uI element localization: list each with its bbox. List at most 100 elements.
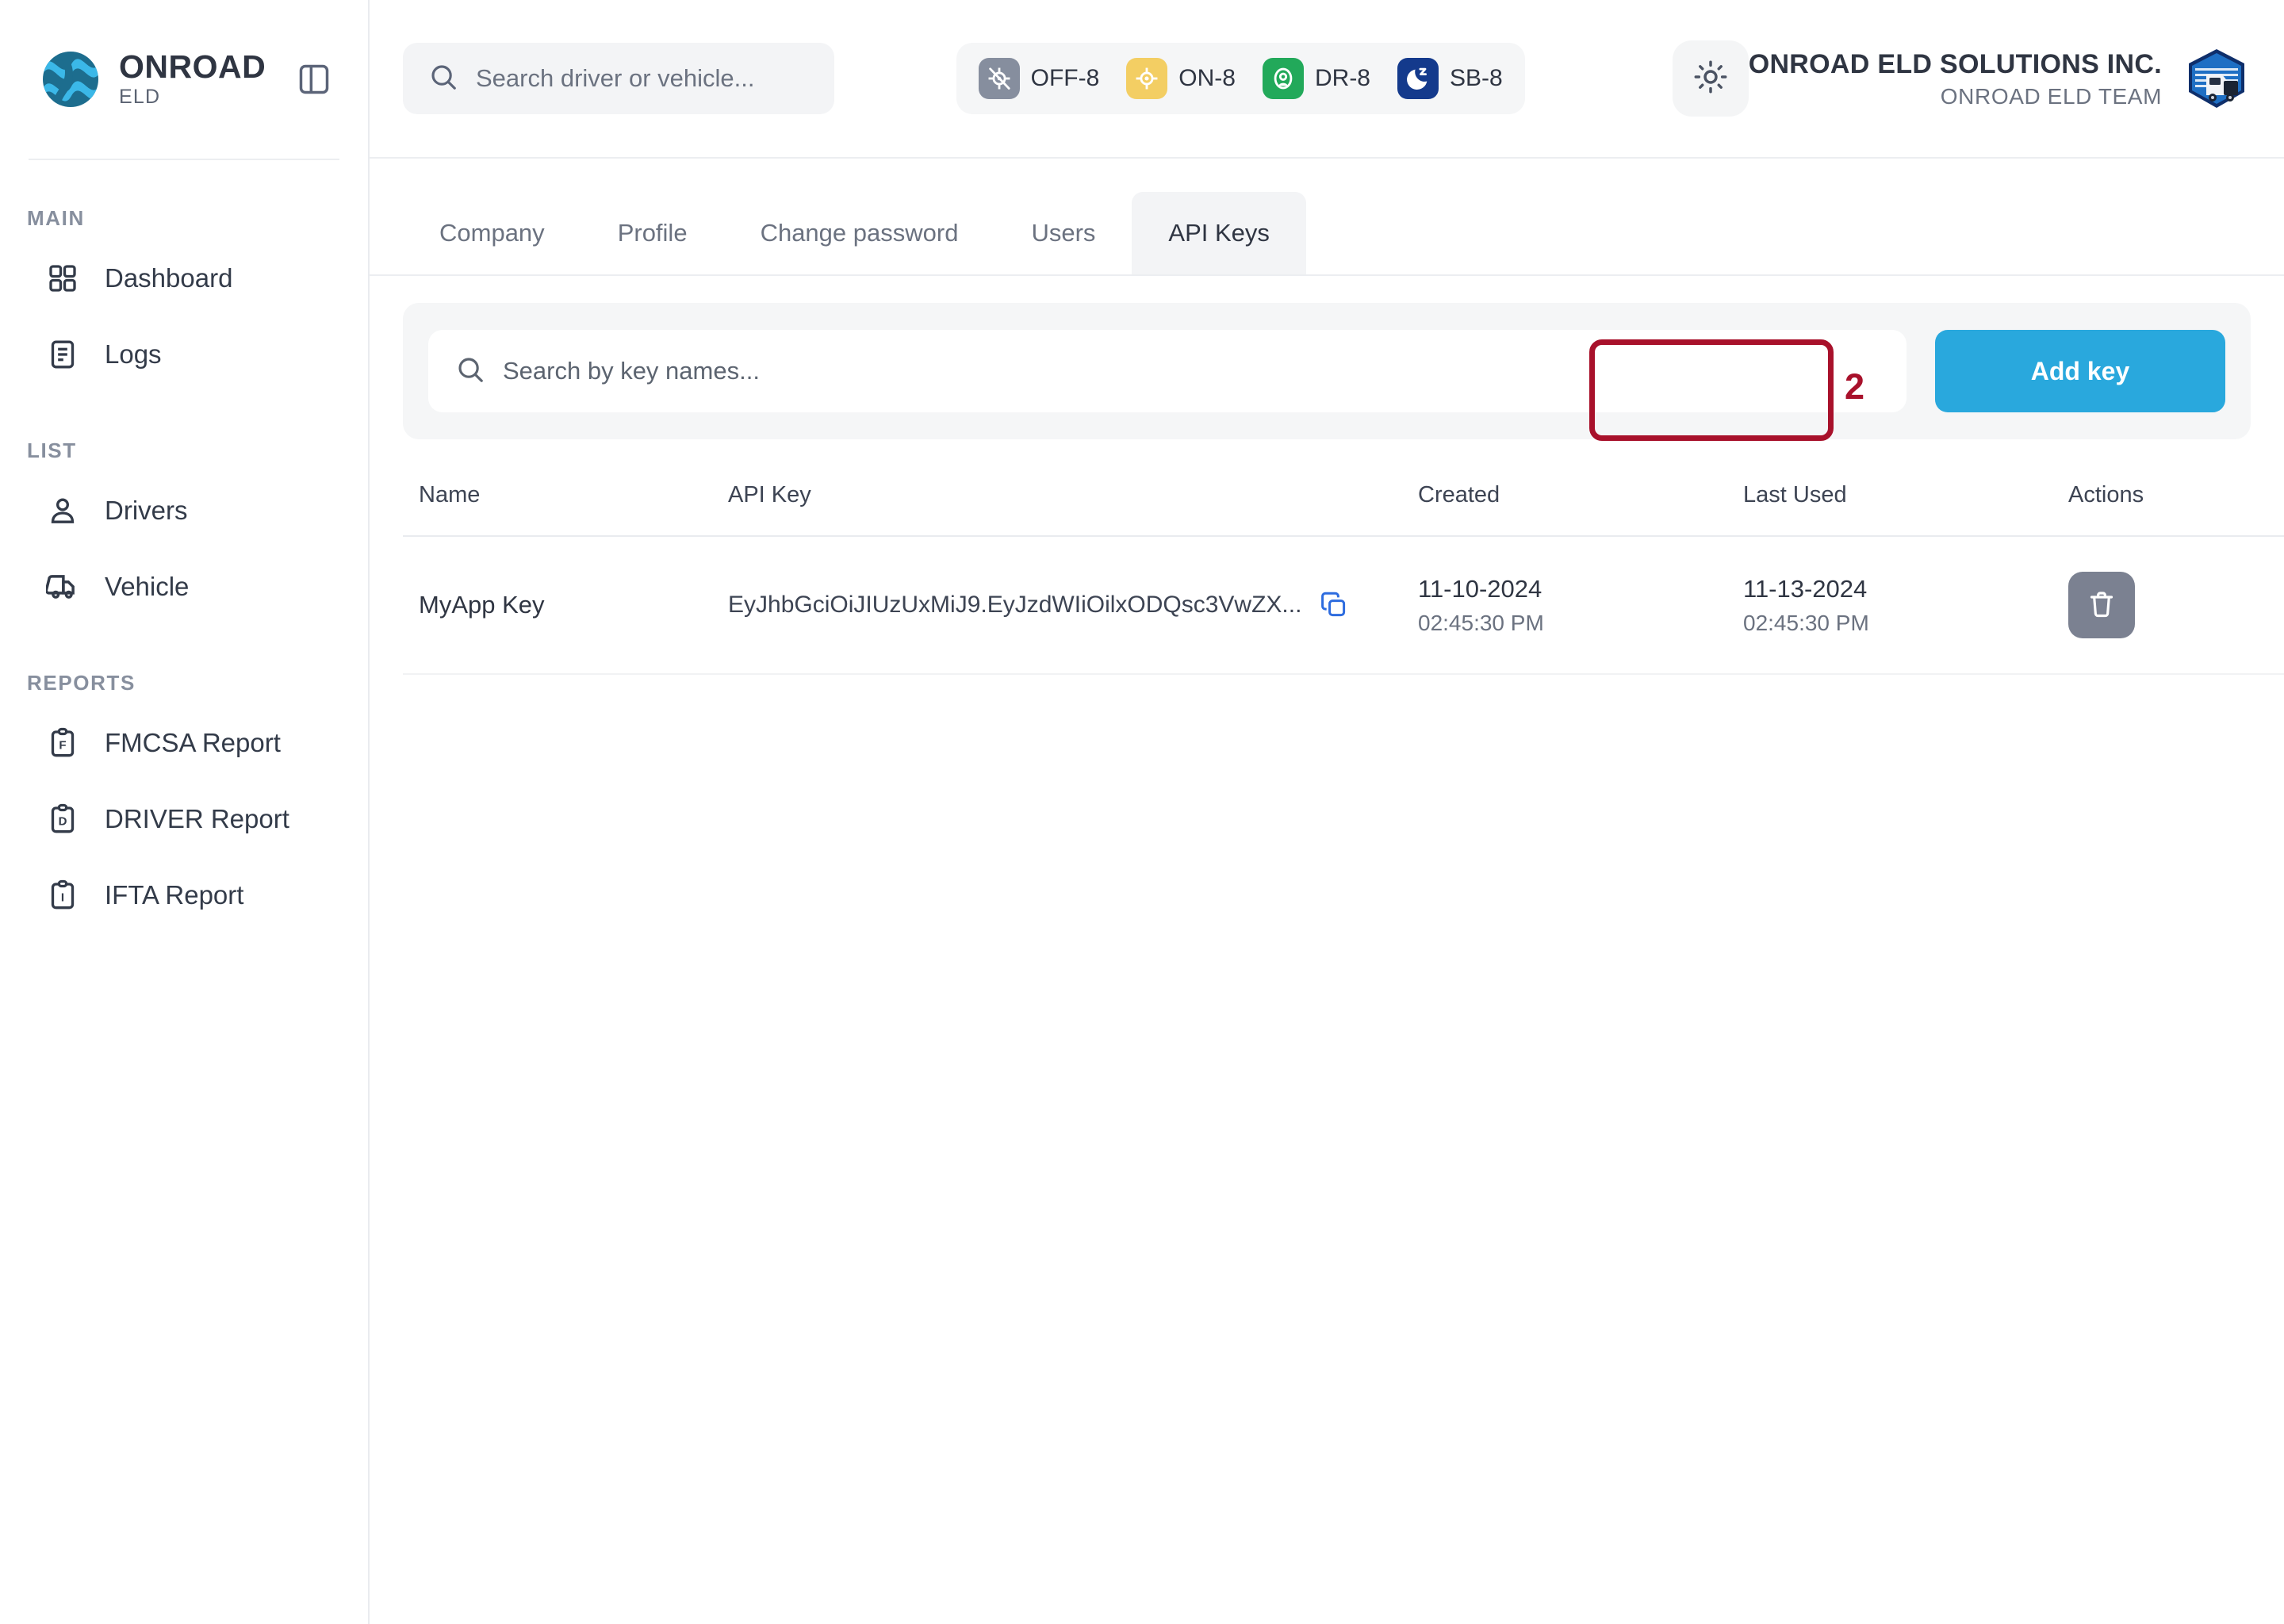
sidebar-section-list: LIST Drivers Vehicle	[0, 393, 368, 625]
api-key-value: EyJhbGciOiJIUzUxMiJ9.EyJzdWIiOilxODQsc3V…	[728, 592, 1302, 618]
company-name: ONROAD ELD SOLUTIONS INC.	[1748, 48, 2162, 79]
onroad-globe-logo-icon	[41, 50, 100, 109]
clipboard-i-icon: I	[44, 877, 81, 914]
cell-actions	[2068, 536, 2284, 675]
api-keys-table: Name API Key Created Last Used Actions M…	[403, 482, 2284, 675]
sidebar-item-logs[interactable]: Logs	[0, 316, 368, 393]
tab-api-keys[interactable]: API Keys	[1132, 192, 1306, 274]
duty-status-group: OFF-8 ON-8 DR-8 SB-8	[956, 43, 1525, 114]
truck-icon	[44, 569, 81, 605]
table-head: Name API Key Created Last Used Actions	[403, 482, 2284, 537]
document-lines-icon	[44, 336, 81, 373]
table-body: MyApp Key EyJhbGciOiJIUzUxMiJ9.EyJzdWIiO…	[403, 536, 2284, 675]
top-bar: Search driver or vehicle... OFF-8 ON-8 D…	[370, 0, 2284, 159]
sidebar-item-label: FMCSA Report	[105, 728, 281, 757]
sidebar-item-drivers[interactable]: Drivers	[0, 473, 368, 549]
company-identity[interactable]: ONROAD ELD SOLUTIONS INC. ONROAD ELD TEA…	[1749, 44, 2251, 113]
status-chip-sb[interactable]: SB-8	[1397, 58, 1503, 99]
sidebar-heading-main: MAIN	[27, 206, 85, 230]
key-search-input[interactable]: Search by key names...	[428, 330, 1907, 412]
global-search-input[interactable]: Search driver or vehicle...	[403, 43, 834, 114]
column-header-created: Created	[1418, 482, 1743, 537]
clipboard-f-icon: F	[44, 725, 81, 761]
brand-subtitle: ELD	[119, 86, 161, 109]
user-icon	[44, 492, 81, 529]
sidebar-item-driver-report[interactable]: D DRIVER Report	[0, 781, 368, 857]
sidebar-item-label: Dashboard	[105, 263, 233, 293]
app-root: ONROAD ELD MAIN Dashboard Logs LIST Driv…	[0, 0, 2284, 1624]
status-chip-label: DR-8	[1314, 65, 1370, 91]
cell-created: 11-10-2024 02:45:30 PM	[1418, 536, 1743, 675]
sidebar-item-label: Vehicle	[105, 572, 190, 601]
key-search-placeholder: Search by key names...	[503, 357, 760, 385]
tab-users[interactable]: Users	[994, 192, 1132, 274]
column-header-api-key: API Key	[728, 482, 1418, 537]
sidebar-item-label: IFTA Report	[105, 880, 244, 910]
column-header-name: Name	[403, 482, 728, 537]
tab-change-password[interactable]: Change password	[724, 192, 995, 274]
brand-title: ONROAD	[119, 48, 266, 85]
sidebar-heading-reports: REPORTS	[27, 671, 136, 695]
sidebar: ONROAD ELD MAIN Dashboard Logs LIST Driv…	[0, 0, 370, 1624]
status-chip-label: ON-8	[1178, 65, 1236, 91]
created-time: 02:45:30 PM	[1418, 611, 1544, 636]
sidebar-toggle-icon[interactable]	[292, 57, 336, 102]
column-header-last-used: Last Used	[1743, 482, 2068, 537]
table-header-row: Name API Key Created Last Used Actions	[403, 482, 2284, 537]
status-chip-on[interactable]: ON-8	[1126, 58, 1236, 99]
sidebar-item-label: Logs	[105, 339, 162, 369]
cell-last-used: 11-13-2024 02:45:30 PM	[1743, 536, 2068, 675]
truck-shield-logo-icon	[2182, 44, 2251, 113]
sidebar-item-dashboard[interactable]: Dashboard	[0, 240, 368, 316]
global-search-placeholder: Search driver or vehicle...	[476, 64, 755, 92]
sun-icon	[1693, 59, 1728, 98]
sidebar-section-main: MAIN Dashboard Logs	[0, 160, 368, 393]
search-icon	[455, 354, 485, 389]
svg-text:D: D	[59, 814, 67, 828]
sleeper-berth-icon	[1397, 58, 1439, 99]
table-row: MyApp Key EyJhbGciOiJIUzUxMiJ9.EyJzdWIiO…	[403, 536, 2284, 675]
copy-icon[interactable]	[1319, 590, 1349, 620]
grid-icon	[44, 260, 81, 297]
settings-tabs: Company Profile Change password Users AP…	[370, 159, 2284, 441]
last-used-time: 02:45:30 PM	[1743, 611, 1869, 636]
last-used-date: 11-13-2024	[1743, 574, 1868, 603]
add-key-button[interactable]: Add key	[1935, 330, 2225, 412]
company-team: ONROAD ELD TEAM	[1940, 84, 2162, 109]
status-chip-label: SB-8	[1450, 65, 1503, 91]
tab-profile[interactable]: Profile	[581, 192, 724, 274]
tab-company[interactable]: Company	[403, 192, 581, 274]
cell-key-name: MyApp Key	[403, 536, 728, 675]
off-duty-icon	[978, 58, 1020, 99]
sidebar-item-fmcsa-report[interactable]: F FMCSA Report	[0, 705, 368, 781]
sidebar-item-vehicle[interactable]: Vehicle	[0, 549, 368, 625]
driving-icon	[1262, 58, 1304, 99]
on-duty-icon	[1126, 58, 1168, 99]
api-keys-table-area: Name API Key Created Last Used Actions M…	[370, 482, 2284, 675]
svg-text:F: F	[59, 738, 66, 752]
svg-text:I: I	[61, 891, 64, 904]
annotation-step-number: 2	[1845, 366, 1865, 407]
sidebar-item-label: Drivers	[105, 496, 188, 525]
delete-key-button[interactable]	[2068, 572, 2135, 638]
sidebar-section-reports: REPORTS F FMCSA Report D DRIVER Report I…	[0, 625, 368, 933]
trash-icon	[2086, 588, 2117, 622]
created-date: 11-10-2024	[1418, 574, 1542, 603]
column-header-actions: Actions	[2068, 482, 2284, 537]
sidebar-item-ifta-report[interactable]: I IFTA Report	[0, 857, 368, 933]
sidebar-item-label: DRIVER Report	[105, 804, 289, 833]
status-chip-dr[interactable]: DR-8	[1262, 58, 1370, 99]
sidebar-heading-list: LIST	[27, 439, 77, 462]
cell-api-key: EyJhbGciOiJIUzUxMiJ9.EyJzdWIiOilxODQsc3V…	[728, 536, 1418, 675]
clipboard-d-icon: D	[44, 801, 81, 837]
search-icon	[428, 62, 458, 96]
main-content: Search driver or vehicle... OFF-8 ON-8 D…	[370, 0, 2284, 1624]
status-chip-off[interactable]: OFF-8	[978, 58, 1100, 99]
theme-toggle-button[interactable]	[1672, 40, 1749, 117]
status-chip-label: OFF-8	[1030, 65, 1100, 91]
api-key-value-wrap: EyJhbGciOiJIUzUxMiJ9.EyJzdWIiOilxODQsc3V…	[728, 590, 1418, 620]
brand-text: ONROAD ELD	[119, 48, 292, 109]
company-text: ONROAD ELD SOLUTIONS INC. ONROAD ELD TEA…	[1749, 48, 2162, 110]
api-keys-toolbar: Search by key names... Add key	[403, 303, 2251, 439]
tabs-list: Company Profile Change password Users AP…	[403, 159, 1306, 274]
